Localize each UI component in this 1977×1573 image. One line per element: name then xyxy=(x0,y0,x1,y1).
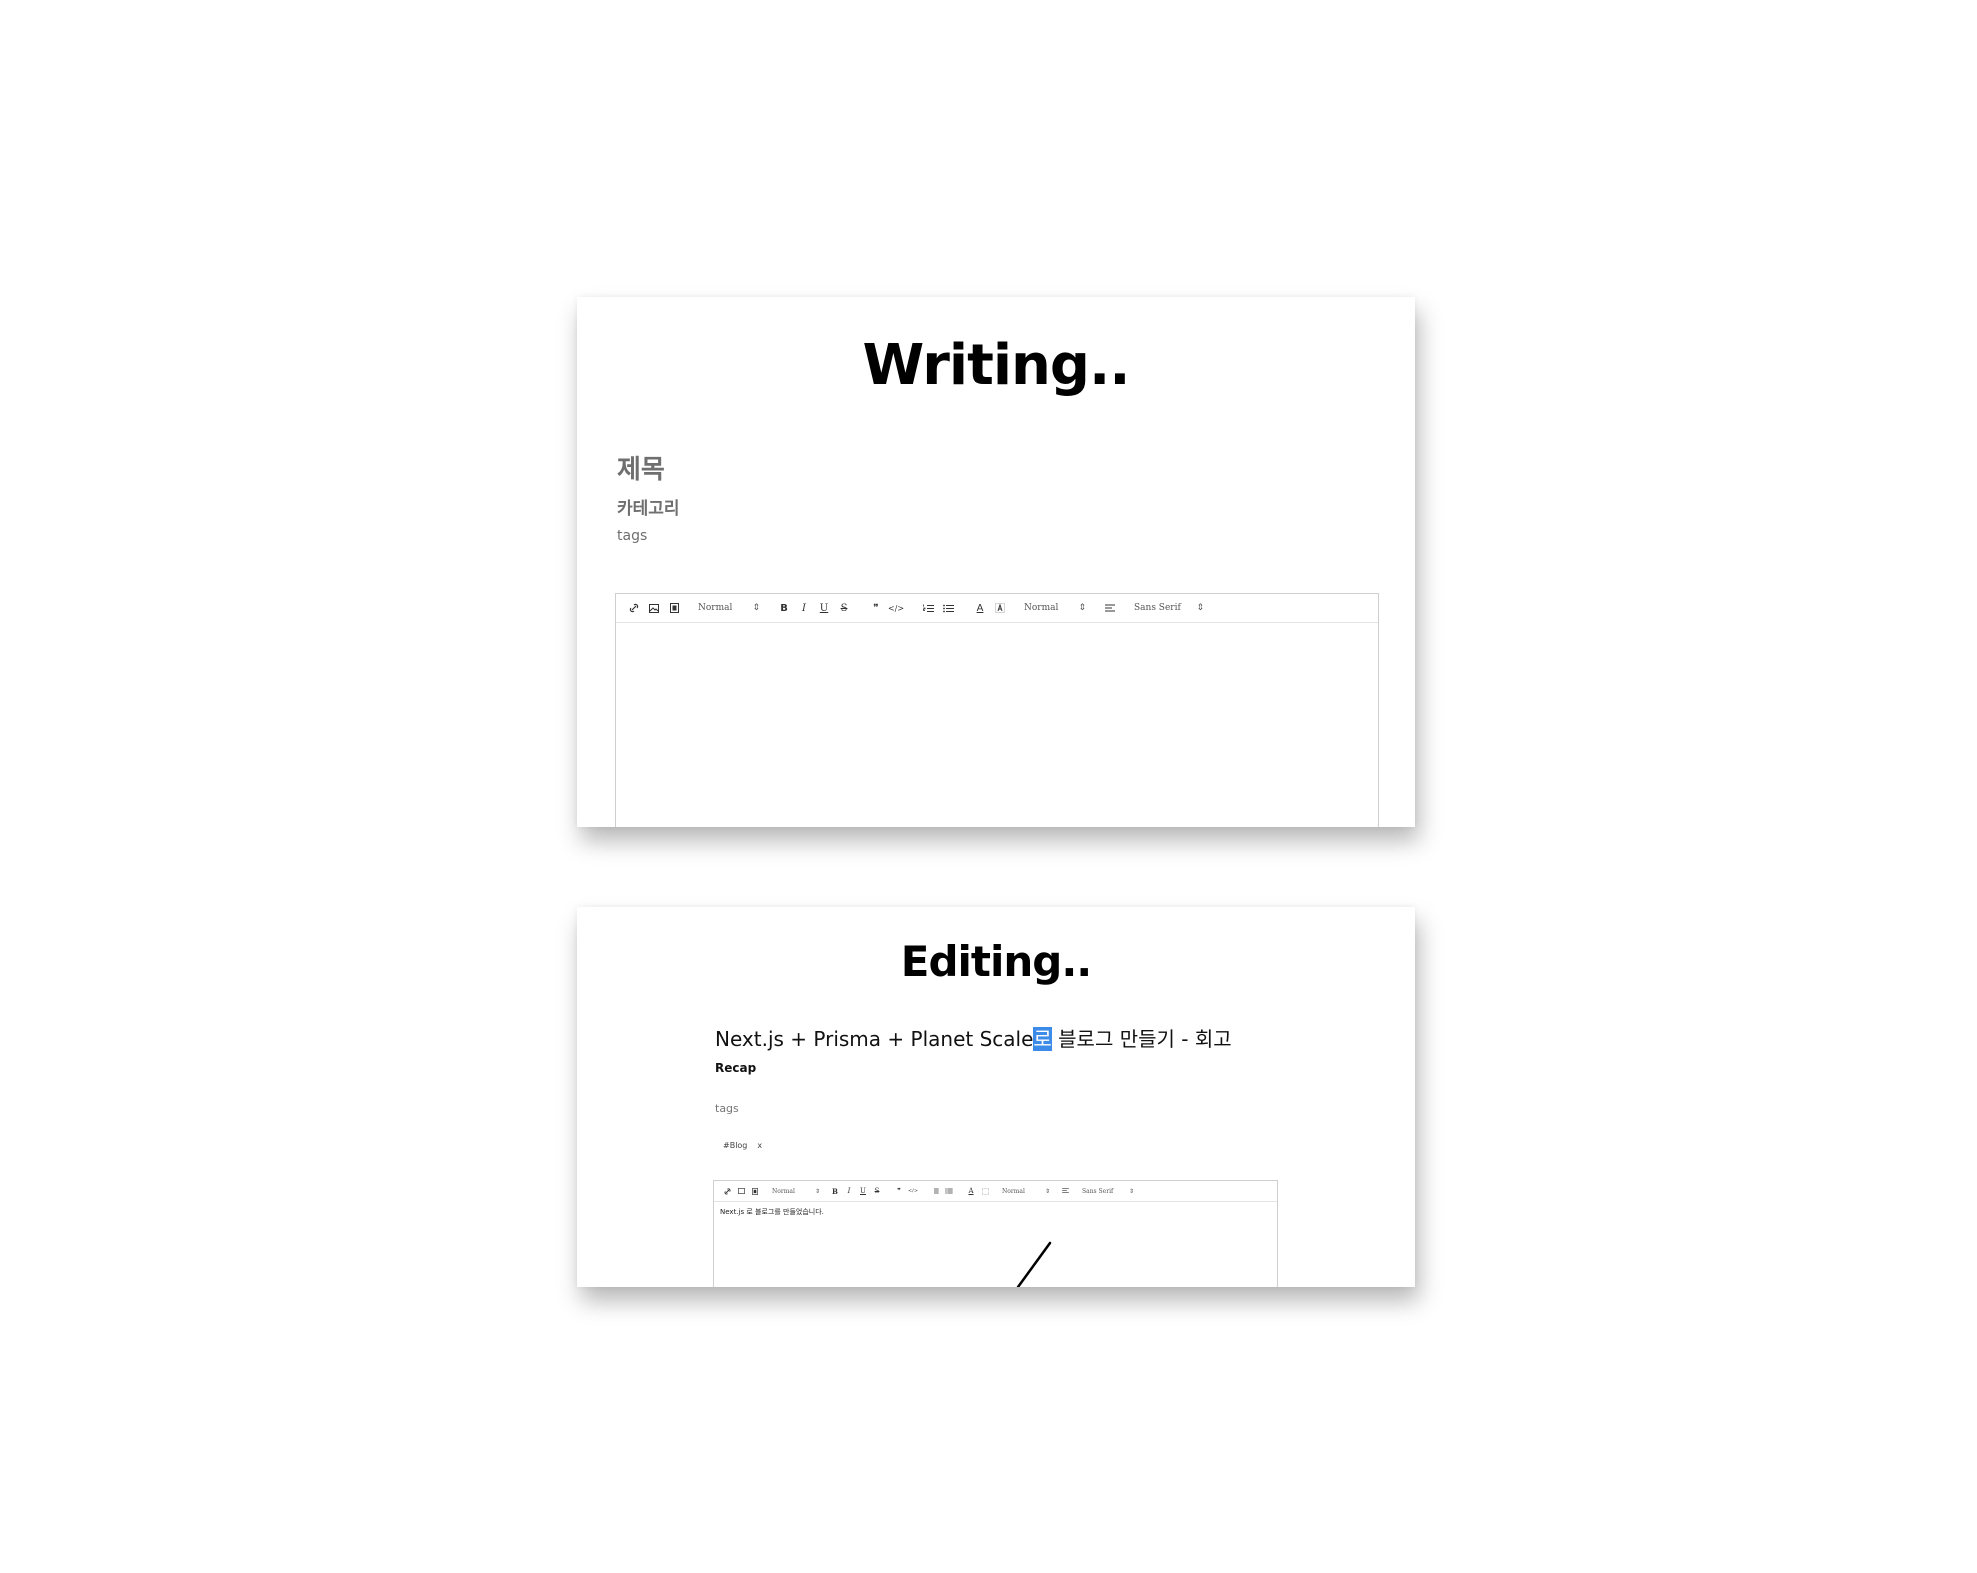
caret-icon: ⇕ xyxy=(752,603,760,613)
pen-stroke-graphic xyxy=(1016,1241,1052,1287)
bullet-list-icon[interactable] xyxy=(938,598,958,618)
blockquote-icon[interactable]: ❞ xyxy=(866,598,886,618)
page-title: Writing.. xyxy=(862,333,1130,398)
underline-icon[interactable]: U xyxy=(856,1184,870,1198)
editor-body-text[interactable]: Next.js 로 블로그를 만들었습니다. xyxy=(720,1207,824,1217)
bold-icon[interactable]: B xyxy=(828,1184,842,1198)
background-color-icon[interactable] xyxy=(978,1184,992,1198)
caret-icon: ⇕ xyxy=(1196,603,1204,613)
editor-content-area[interactable] xyxy=(616,623,1378,827)
title-input[interactable]: 제목 xyxy=(617,449,665,486)
size-select[interactable]: Normal ⇕ xyxy=(1002,1188,1050,1195)
font-select[interactable]: Sans Serif ⇕ xyxy=(1082,1188,1134,1195)
ordered-list-icon[interactable] xyxy=(918,598,938,618)
image-icon[interactable] xyxy=(734,1184,748,1198)
size-select[interactable]: Normal ⇕ xyxy=(1024,603,1086,613)
tag-chip-label: #Blog xyxy=(723,1141,748,1150)
strike-icon[interactable]: S xyxy=(834,598,854,618)
size-select-value: Normal xyxy=(1002,1187,1025,1195)
text-color-icon[interactable]: A xyxy=(964,1184,978,1198)
editing-card: Editing.. Next.js + Prisma + Planet Scal… xyxy=(577,907,1415,1287)
editor-toolbar: Normal ⇕ B I U S ❞ </> A Normal ⇕ Sans S… xyxy=(616,594,1378,623)
header-select[interactable]: Normal ⇕ xyxy=(772,1188,820,1195)
underline-icon[interactable]: U xyxy=(814,598,834,618)
caret-icon: ⇕ xyxy=(1128,1187,1134,1195)
align-icon[interactable] xyxy=(1058,1184,1072,1198)
title-selection: 로 xyxy=(1033,1027,1052,1051)
title-text-rest: 블로그 만들기 - 회고 xyxy=(1051,1027,1232,1051)
header-select[interactable]: Normal ⇕ xyxy=(698,603,760,613)
page-title: Editing.. xyxy=(900,937,1093,986)
caret-icon: ⇕ xyxy=(1044,1187,1050,1195)
italic-icon[interactable]: I xyxy=(842,1184,856,1198)
size-select-value: Normal xyxy=(1024,603,1059,613)
category-input[interactable]: 카테고리 xyxy=(617,494,680,519)
title-input[interactable]: Next.js + Prisma + Planet Scale로 블로그 만들기… xyxy=(715,1023,1232,1052)
writing-card: Writing.. 제목 카테고리 tags Normal ⇕ B I U S … xyxy=(577,297,1415,827)
caret-icon: ⇕ xyxy=(814,1187,820,1195)
rich-text-editor[interactable]: Normal ⇕ B I U S ❞ </> A Normal ⇕ Sans S… xyxy=(615,593,1379,827)
header-select-value: Normal xyxy=(698,603,733,613)
tags-input[interactable]: tags xyxy=(715,1102,739,1115)
font-select-value: Sans Serif xyxy=(1082,1187,1114,1195)
video-icon[interactable] xyxy=(664,598,684,618)
category-input[interactable]: Recap xyxy=(715,1061,756,1075)
link-icon[interactable] xyxy=(624,598,644,618)
tags-input[interactable]: tags xyxy=(617,528,647,544)
font-select-value: Sans Serif xyxy=(1134,603,1181,613)
link-icon[interactable] xyxy=(720,1184,734,1198)
bullet-list-icon[interactable] xyxy=(942,1184,956,1198)
text-color-icon[interactable]: A xyxy=(970,598,990,618)
tag-chip: #Blog x xyxy=(723,1141,762,1150)
editor-toolbar: Normal ⇕ B I U S ❞ </> A Normal ⇕ Sans S… xyxy=(714,1181,1277,1202)
code-block-icon[interactable]: </> xyxy=(886,598,906,618)
caret-icon: ⇕ xyxy=(1078,603,1086,613)
font-select[interactable]: Sans Serif ⇕ xyxy=(1134,603,1204,613)
code-block-icon[interactable]: </> xyxy=(906,1184,920,1198)
strike-icon[interactable]: S xyxy=(870,1184,884,1198)
video-icon[interactable] xyxy=(748,1184,762,1198)
align-icon[interactable] xyxy=(1100,598,1120,618)
italic-icon[interactable]: I xyxy=(794,598,814,618)
image-icon[interactable] xyxy=(644,598,664,618)
bold-icon[interactable]: B xyxy=(774,598,794,618)
ordered-list-icon[interactable] xyxy=(928,1184,942,1198)
background-color-icon[interactable] xyxy=(990,598,1010,618)
tag-remove-button[interactable]: x xyxy=(757,1141,762,1150)
title-text: Next.js + Prisma + Planet Scale xyxy=(715,1027,1034,1051)
header-select-value: Normal xyxy=(772,1187,795,1195)
rich-text-editor[interactable]: Normal ⇕ B I U S ❞ </> A Normal ⇕ Sans S… xyxy=(713,1180,1278,1287)
blockquote-icon[interactable]: ❞ xyxy=(892,1184,906,1198)
